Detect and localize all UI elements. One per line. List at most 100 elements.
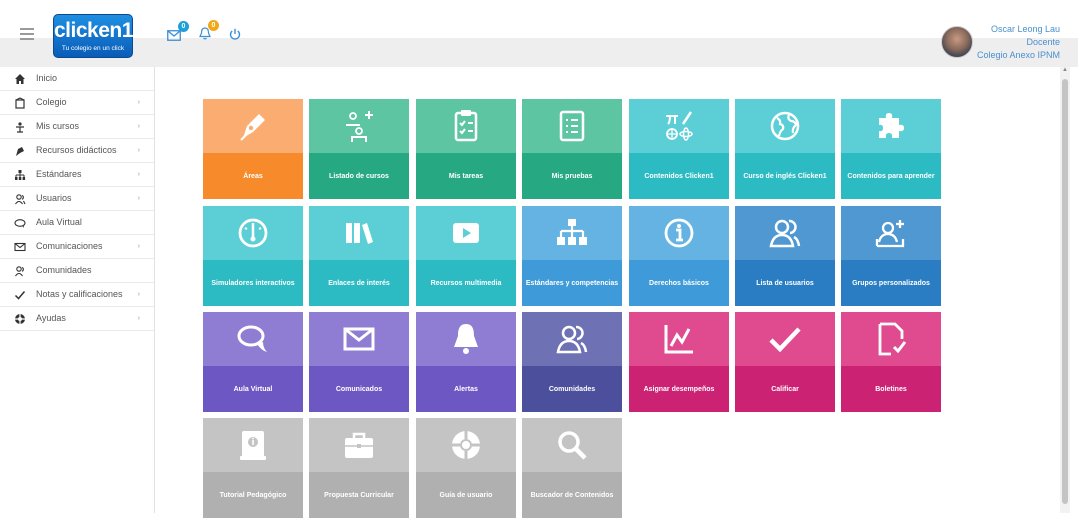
tile-guia-de-usuario[interactable]: Guía de usuario bbox=[416, 418, 516, 518]
tile-label: Comunicados bbox=[309, 366, 409, 412]
tile-label: Recursos multimedia bbox=[416, 260, 516, 306]
sidebar-item-estandares[interactable]: Estándares › bbox=[0, 163, 154, 187]
tile-aula-virtual[interactable]: Aula Virtual bbox=[203, 312, 303, 412]
science-icon bbox=[666, 111, 693, 141]
tile-propuesta-curricular[interactable]: Propuesta Curricular bbox=[309, 418, 409, 518]
hierarchy-icon bbox=[557, 219, 587, 245]
top-strip bbox=[0, 38, 1078, 67]
sidebar-item-label: Colegio bbox=[36, 97, 67, 107]
chevron-right-icon: › bbox=[137, 147, 140, 154]
user-school: Colegio Anexo IPNM bbox=[976, 50, 1060, 60]
sidebar-item-comunicaciones[interactable]: Comunicaciones › bbox=[0, 235, 154, 259]
logout-button[interactable] bbox=[229, 27, 241, 45]
user-name: Oscar Leong Lau bbox=[990, 24, 1060, 34]
tile-estandares-y-competencias[interactable]: Estándares y competencias bbox=[522, 206, 622, 306]
tile-label: Boletines bbox=[841, 366, 941, 412]
tile-mis-tareas[interactable]: Mis tareas bbox=[416, 99, 516, 199]
sidebar-item-usuarios[interactable]: Usuarios › bbox=[0, 187, 154, 211]
logo-brand: clicken1 bbox=[54, 19, 133, 42]
tile-label: Áreas bbox=[203, 153, 303, 199]
sidebar-item-recursos-didacticos[interactable]: Recursos didácticos › bbox=[0, 139, 154, 163]
tile-comunidades[interactable]: Comunidades bbox=[522, 312, 622, 412]
hamburger-menu-icon[interactable] bbox=[20, 28, 34, 40]
tile-label: Enlaces de interés bbox=[309, 260, 409, 306]
tile-simuladores-interactivos[interactable]: Simuladores interactivos bbox=[203, 206, 303, 306]
sidebar-item-ayudas[interactable]: Ayudas › bbox=[0, 307, 154, 331]
scroll-up-icon[interactable]: ▲ bbox=[1062, 67, 1068, 73]
tile-calificar[interactable]: Calificar bbox=[735, 312, 835, 412]
tile-recursos-multimedia[interactable]: Recursos multimedia bbox=[416, 206, 516, 306]
tile-label: Grupos personalizados bbox=[841, 260, 941, 306]
tile-mis-pruebas[interactable]: Mis pruebas bbox=[522, 99, 622, 199]
books-icon bbox=[346, 223, 373, 244]
users-icon bbox=[15, 194, 26, 205]
tile-curso-ingles-clicken1[interactable]: Curso de inglés Clicken1 bbox=[735, 99, 835, 199]
sidebar-item-aula-virtual[interactable]: Aula Virtual bbox=[0, 211, 154, 235]
search-icon bbox=[558, 431, 587, 460]
tile-label: Derechos básicos bbox=[629, 260, 729, 306]
sidebar-item-comunidades[interactable]: Comunidades bbox=[0, 259, 154, 283]
tile-listado-de-cursos[interactable]: Listado de cursos bbox=[309, 99, 409, 199]
tile-derechos-basicos[interactable]: Derechos básicos bbox=[629, 206, 729, 306]
users-icon bbox=[769, 219, 801, 248]
chat-icon bbox=[237, 325, 267, 352]
check-icon bbox=[769, 327, 801, 353]
resources-icon bbox=[16, 147, 24, 156]
tile-grupos-personalizados[interactable]: Grupos personalizados bbox=[841, 206, 941, 306]
mail-icon bbox=[167, 30, 181, 41]
tile-comunicados[interactable]: Comunicados bbox=[309, 312, 409, 412]
tile-areas[interactable]: Áreas bbox=[203, 99, 303, 199]
sidebar-item-label: Comunicaciones bbox=[36, 241, 103, 251]
tile-asignar-desempenos[interactable]: Asignar desempeños bbox=[629, 312, 729, 412]
courses-icon bbox=[16, 122, 24, 133]
tile-label: Calificar bbox=[735, 366, 835, 412]
tile-tutorial-pedagogico[interactable]: Tutorial Pedagógico bbox=[203, 418, 303, 518]
chevron-right-icon: › bbox=[137, 99, 140, 106]
chevron-right-icon: › bbox=[137, 315, 140, 322]
tile-contenidos-para-aprender[interactable]: Contenidos para aprender bbox=[841, 99, 941, 199]
tile-alertas[interactable]: Alertas bbox=[416, 312, 516, 412]
tile-label: Mis pruebas bbox=[522, 153, 622, 199]
sidebar-item-label: Comunidades bbox=[36, 265, 92, 275]
check-icon bbox=[14, 291, 26, 300]
sidebar-item-label: Inicio bbox=[36, 73, 58, 83]
test-list-icon bbox=[559, 110, 585, 142]
mail-icon bbox=[343, 327, 375, 351]
add-user-icon bbox=[875, 220, 905, 248]
sidebar-item-notas-calificaciones[interactable]: Notas y calificaciones › bbox=[0, 283, 154, 307]
tile-enlaces-de-interes[interactable]: Enlaces de interés bbox=[309, 206, 409, 306]
page-scrollbar[interactable]: ▲ bbox=[1060, 67, 1070, 513]
tutorial-icon bbox=[240, 431, 266, 460]
sidebar-item-colegio[interactable]: Colegio › bbox=[0, 91, 154, 115]
sidebar-item-label: Ayudas bbox=[36, 313, 66, 323]
clicken1-logo[interactable]: clicken1 Tu colegio en un click bbox=[53, 14, 133, 58]
alerts-button[interactable]: 0 bbox=[199, 20, 219, 45]
tile-label: Comunidades bbox=[522, 366, 622, 412]
tile-boletines[interactable]: Boletines bbox=[841, 312, 941, 412]
bell-icon bbox=[454, 324, 478, 354]
sidebar-item-mis-cursos[interactable]: Mis cursos › bbox=[0, 115, 154, 139]
mail-notifications-button[interactable]: 0 bbox=[167, 21, 189, 46]
user-avatar[interactable] bbox=[941, 26, 973, 58]
sidebar-item-inicio[interactable]: Inicio bbox=[0, 67, 154, 91]
tile-contenidos-clicken1[interactable]: Contenidos Clicken1 bbox=[629, 99, 729, 199]
sidebar-item-label: Notas y calificaciones bbox=[36, 289, 123, 299]
sidebar-item-label: Usuarios bbox=[36, 193, 72, 203]
scrollbar-thumb[interactable] bbox=[1062, 79, 1068, 504]
tile-buscador-de-contenidos[interactable]: Buscador de Contenidos bbox=[522, 418, 622, 518]
home-icon bbox=[15, 74, 25, 84]
tile-label: Contenidos Clicken1 bbox=[629, 153, 729, 199]
tile-label: Curso de inglés Clicken1 bbox=[735, 153, 835, 199]
user-info[interactable]: Oscar Leong Lau Docente Colegio Anexo IP… bbox=[977, 23, 1060, 62]
sidebar-item-label: Aula Virtual bbox=[36, 217, 82, 227]
user-role: Docente bbox=[1026, 37, 1060, 47]
tile-lista-de-usuarios[interactable]: Lista de usuarios bbox=[735, 206, 835, 306]
chevron-right-icon: › bbox=[137, 291, 140, 298]
standards-icon bbox=[15, 170, 26, 180]
mail-badge: 0 bbox=[178, 21, 189, 32]
community-icon bbox=[15, 266, 24, 277]
lifebuoy-icon bbox=[452, 431, 480, 459]
sidebar-item-label: Recursos didácticos bbox=[36, 145, 117, 155]
tile-label: Tutorial Pedagógico bbox=[203, 472, 303, 518]
clipboard-icon bbox=[454, 110, 478, 142]
